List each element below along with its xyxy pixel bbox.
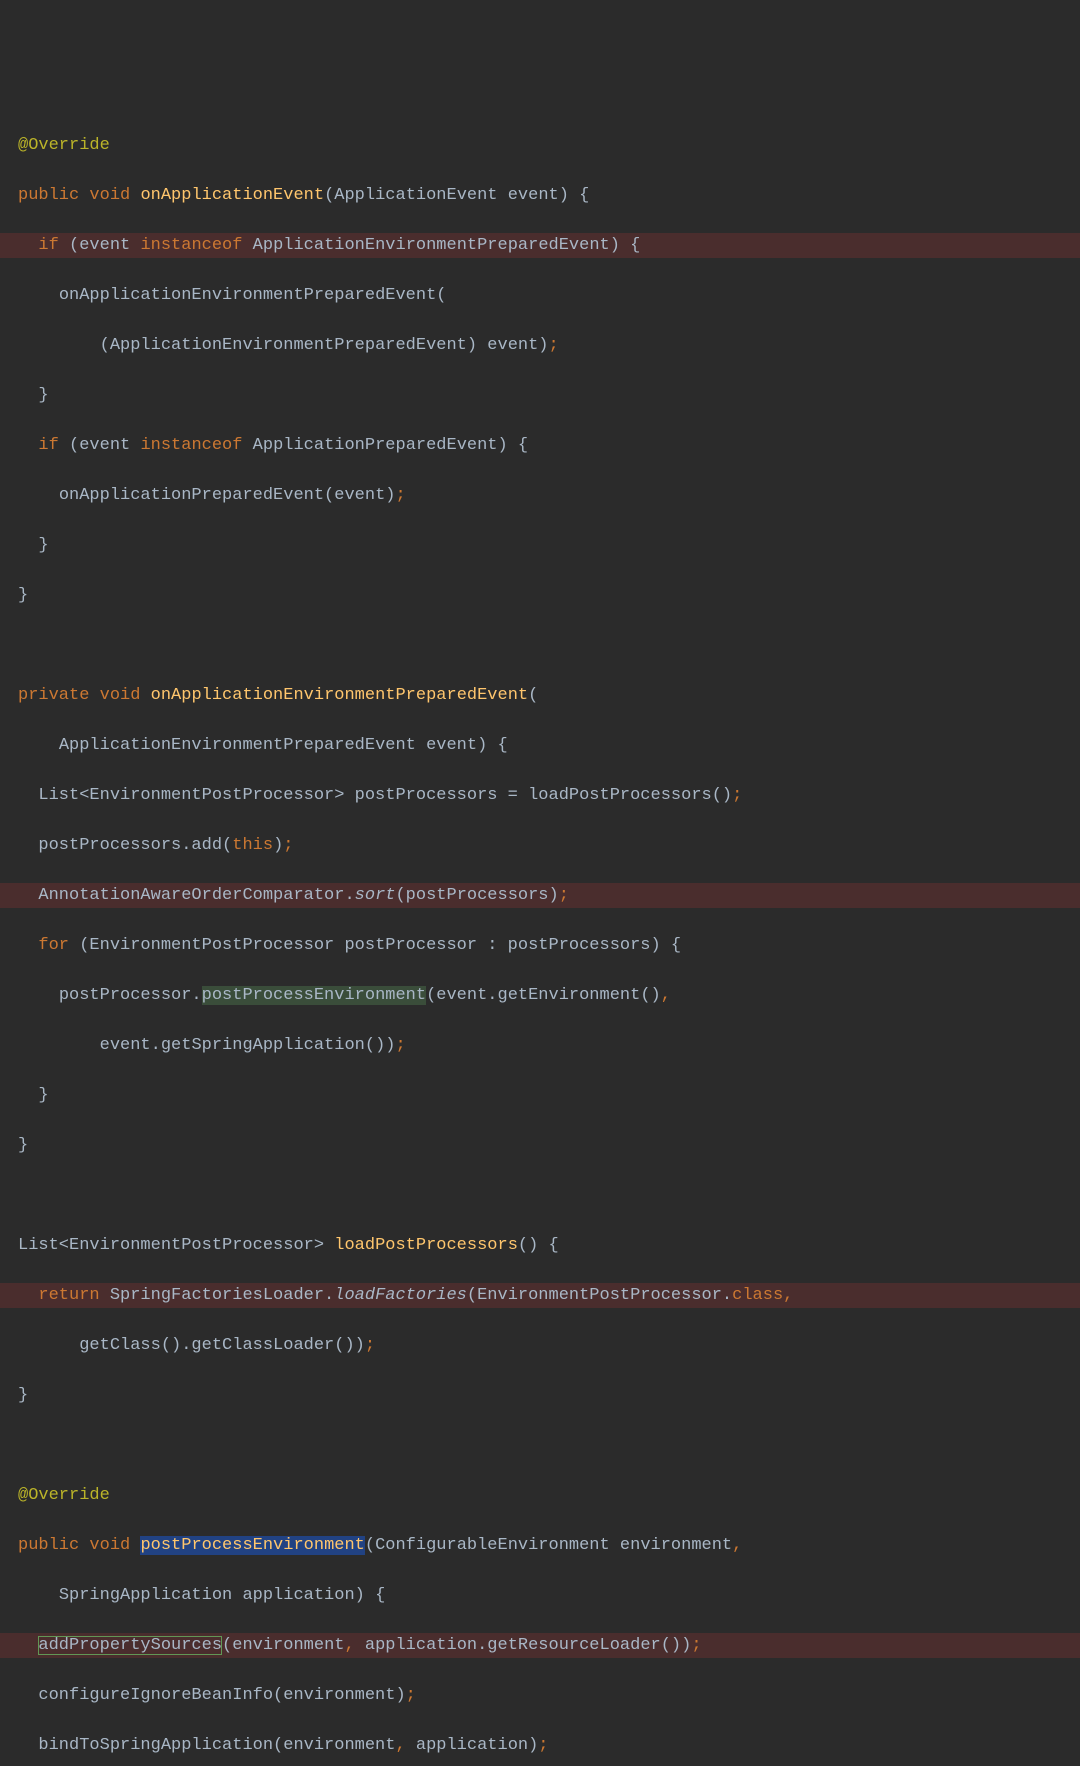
code-line: @Override: [0, 1483, 1080, 1508]
code-editor[interactable]: @Override public void onApplicationEvent…: [0, 108, 1080, 1766]
annotation: @Override: [18, 136, 110, 155]
method-addPropertySources-call: addPropertySources: [38, 1636, 222, 1655]
code-line: for (EnvironmentPostProcessor postProces…: [0, 933, 1080, 958]
code-line-highlighted: if (event instanceof ApplicationEnvironm…: [0, 233, 1080, 258]
code-line: }: [0, 1383, 1080, 1408]
code-line: }: [0, 533, 1080, 558]
method-onApplicationEnvironmentPreparedEvent: onApplicationEnvironmentPreparedEvent: [151, 686, 528, 705]
code-line: List<EnvironmentPostProcessor> postProce…: [0, 783, 1080, 808]
code-line: if (event instanceof ApplicationPrepared…: [0, 433, 1080, 458]
code-line: SpringApplication application) {: [0, 1583, 1080, 1608]
code-line: }: [0, 583, 1080, 608]
code-line: getClass().getClassLoader());: [0, 1333, 1080, 1358]
blank-line: [0, 633, 1080, 658]
code-line-highlighted: return SpringFactoriesLoader.loadFactori…: [0, 1283, 1080, 1308]
code-line: @Override: [0, 133, 1080, 158]
code-line: private void onApplicationEnvironmentPre…: [0, 683, 1080, 708]
code-line: onApplicationEnvironmentPreparedEvent(: [0, 283, 1080, 308]
code-line: List<EnvironmentPostProcessor> loadPostP…: [0, 1233, 1080, 1258]
code-line-highlighted: AnnotationAwareOrderComparator.sort(post…: [0, 883, 1080, 908]
code-line: }: [0, 383, 1080, 408]
code-line: ApplicationEnvironmentPreparedEvent even…: [0, 733, 1080, 758]
method-postProcessEnvironment: postProcessEnvironment: [140, 1536, 364, 1555]
code-line: configureIgnoreBeanInfo(environment);: [0, 1683, 1080, 1708]
code-line: postProcessor.postProcessEnvironment(eve…: [0, 983, 1080, 1008]
code-line: event.getSpringApplication());: [0, 1033, 1080, 1058]
code-line: (ApplicationEnvironmentPreparedEvent) ev…: [0, 333, 1080, 358]
code-line: public void onApplicationEvent(Applicati…: [0, 183, 1080, 208]
method-postProcessEnvironment-call: postProcessEnvironment: [202, 986, 426, 1005]
code-line: postProcessors.add(this);: [0, 833, 1080, 858]
blank-line: [0, 1433, 1080, 1458]
blank-line: [0, 1183, 1080, 1208]
code-line: }: [0, 1133, 1080, 1158]
code-line: onApplicationPreparedEvent(event);: [0, 483, 1080, 508]
code-line: }: [0, 1083, 1080, 1108]
code-line-highlighted: addPropertySources(environment, applicat…: [0, 1633, 1080, 1658]
method-onApplicationEvent: onApplicationEvent: [140, 186, 324, 205]
code-line: bindToSpringApplication(environment, app…: [0, 1733, 1080, 1758]
annotation: @Override: [18, 1486, 110, 1505]
method-loadPostProcessors: loadPostProcessors: [334, 1236, 518, 1255]
code-line: public void postProcessEnvironment(Confi…: [0, 1533, 1080, 1558]
